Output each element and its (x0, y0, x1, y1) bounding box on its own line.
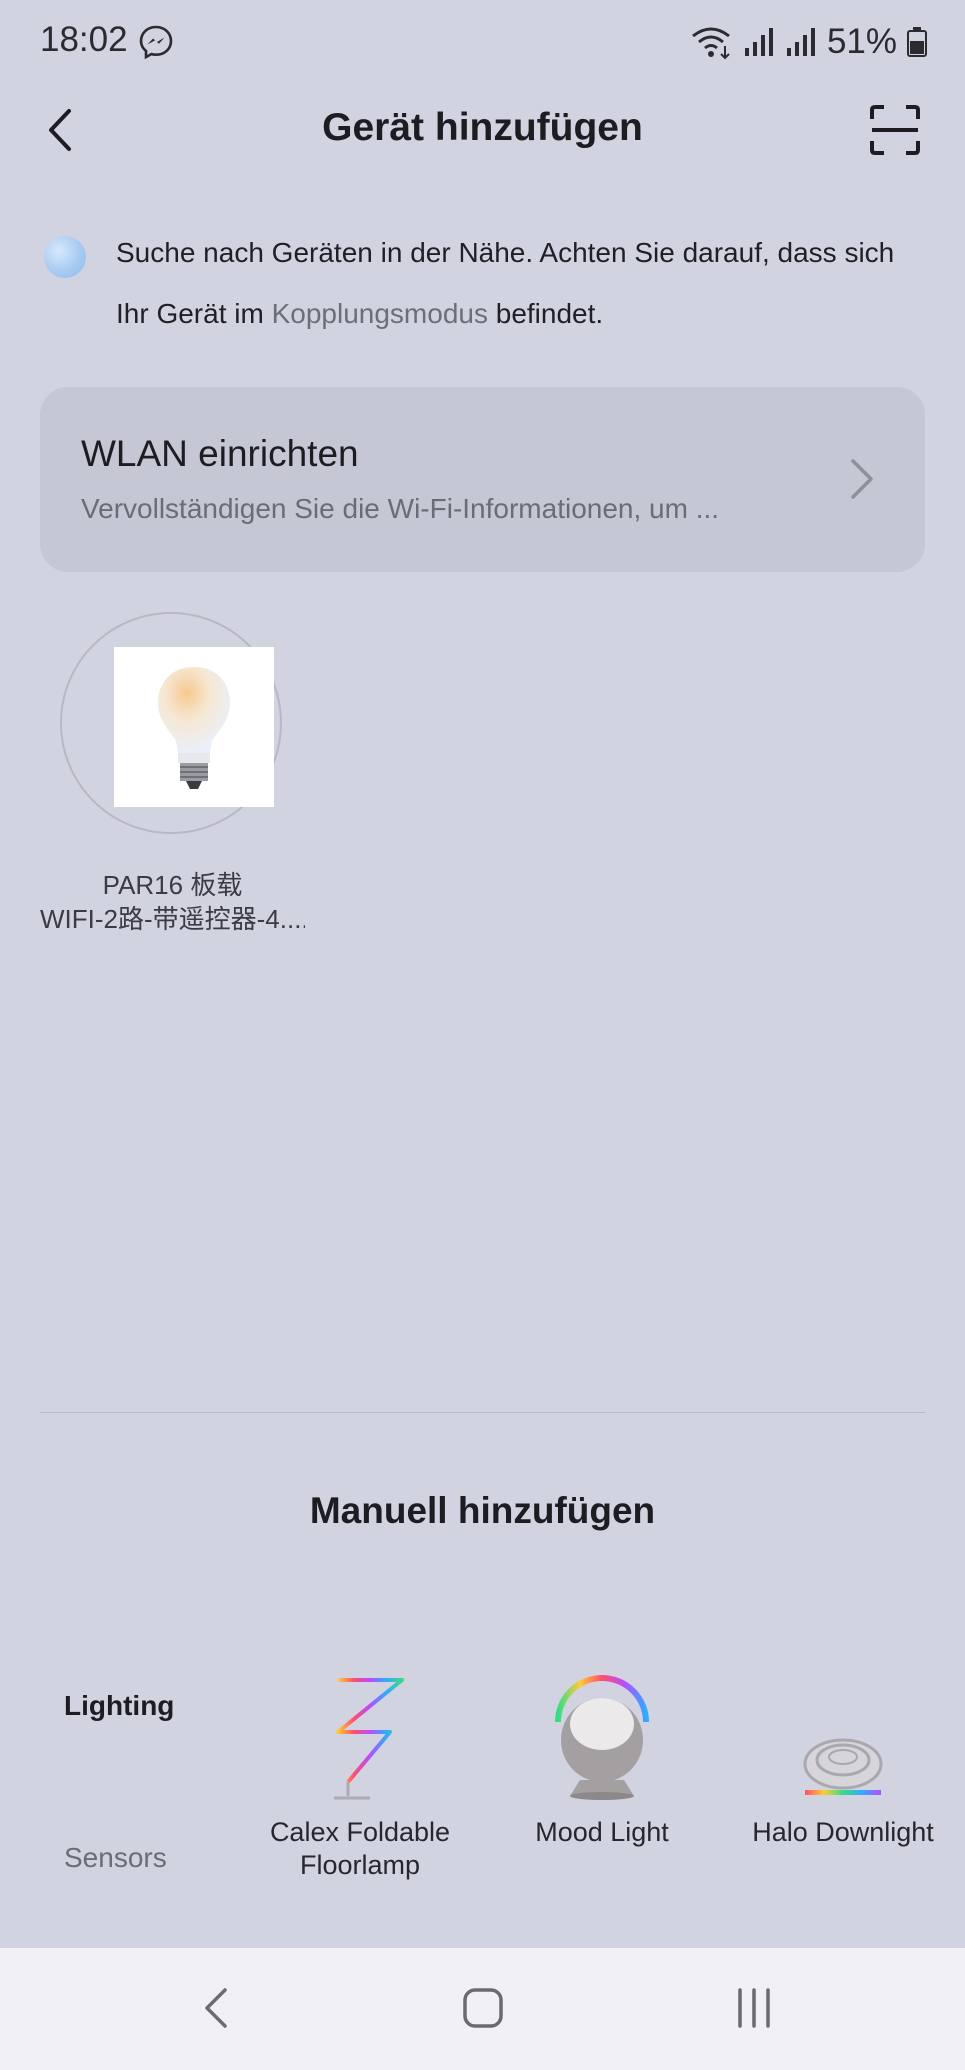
category-sensors[interactable]: Sensors (64, 1842, 167, 1874)
wlan-title: WLAN einrichten (81, 433, 359, 474)
wlan-subtitle: Vervollständigen Sie die Wi-Fi-Informati… (81, 493, 720, 524)
category-lighting[interactable]: Lighting (64, 1690, 174, 1722)
loading-spinner-icon (44, 236, 86, 278)
page-title: Gerät hinzufügen (322, 106, 643, 149)
product-label: Mood Light (535, 1817, 669, 1847)
floorlamp-icon (334, 1678, 404, 1800)
mood-light-icon (555, 1675, 649, 1800)
system-nav-bar (0, 1948, 965, 2070)
status-right: 51% (689, 20, 927, 64)
battery-percent: 51% (826, 22, 897, 61)
nav-recent-button[interactable] (714, 1978, 794, 2038)
battery-icon (907, 27, 927, 57)
device-avatar (60, 612, 282, 834)
manual-add-title: Manuell hinzufügen (309, 1490, 656, 1531)
header: Gerät hinzufügen (0, 90, 965, 170)
search-hint: Suche nach Geräten in der Nähe. Achten S… (116, 237, 895, 329)
status-bar: 18:02 51% (0, 0, 965, 84)
product-label: Halo Downlight (752, 1817, 934, 1847)
nav-back-icon (205, 1988, 227, 2028)
messenger-icon (139, 25, 173, 60)
downlight-icon (803, 1738, 883, 1795)
nav-recent-icon (738, 1988, 770, 2028)
scan-frame-icon (870, 105, 920, 155)
status-time: 18:02 (40, 20, 128, 59)
nav-back-button[interactable] (176, 1978, 256, 2038)
device-image (114, 647, 274, 807)
wlan-setup-card[interactable]: WLAN einrichten Vervollständigen Sie die… (40, 387, 925, 572)
device-name: PAR16 板载 WIFI-2路-带遥控器-4.... (40, 870, 305, 934)
signal-icon (744, 28, 773, 56)
signal-icon (786, 28, 815, 56)
pairing-mode-link[interactable]: Kopplungsmodus (272, 298, 488, 329)
nav-home-button[interactable] (443, 1978, 523, 2038)
nav-home-icon (463, 1988, 503, 2028)
product-label: Calex Foldable Floorlamp (269, 1817, 451, 1880)
chevron-right-icon (851, 459, 873, 499)
wifi-icon (692, 27, 730, 60)
scan-button[interactable] (865, 100, 925, 160)
section-divider (40, 1412, 925, 1413)
light-bulb-icon (158, 667, 230, 789)
